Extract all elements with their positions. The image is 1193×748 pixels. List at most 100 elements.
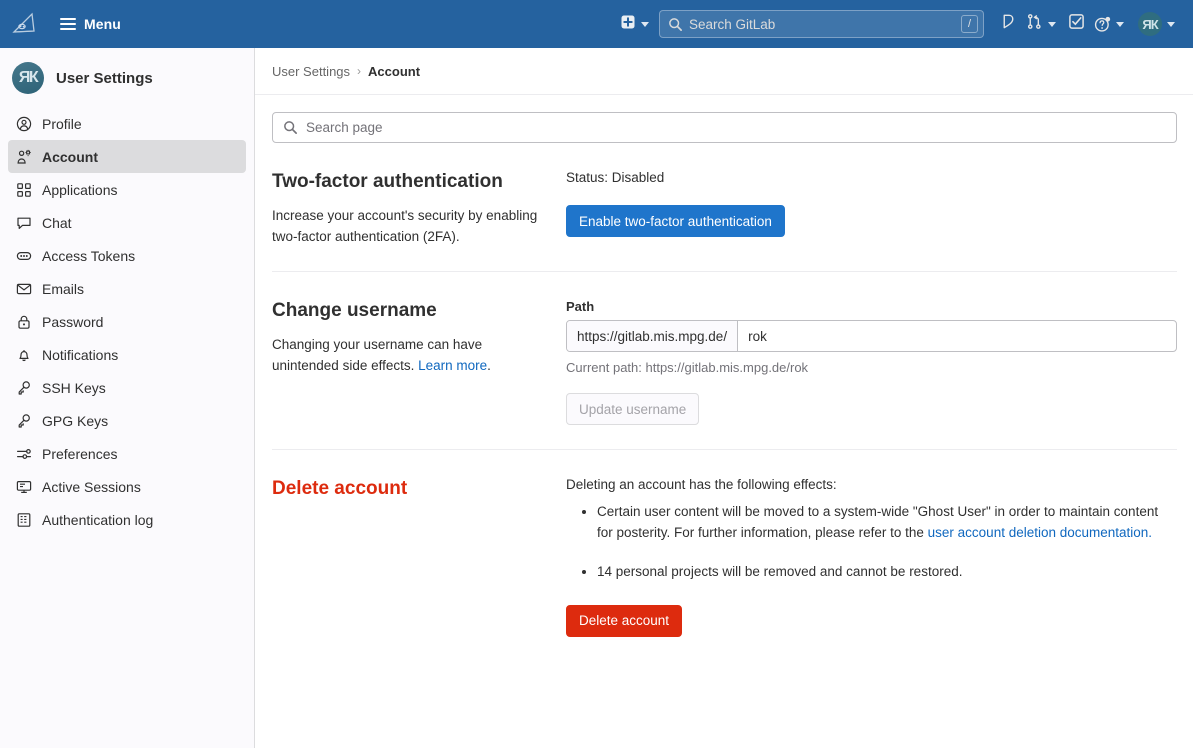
chevron-down-icon bbox=[641, 21, 649, 27]
username-input-group: https://gitlab.mis.mpg.de/ bbox=[566, 320, 1177, 353]
update-username-wrap: Update username bbox=[566, 393, 1177, 426]
sidebar-item-emails[interactable]: Emails bbox=[8, 272, 246, 305]
path-prefix: https://gitlab.mis.mpg.de/ bbox=[567, 321, 739, 352]
sidebar-item-notifications[interactable]: Notifications bbox=[8, 338, 246, 371]
breadcrumb-current: Account bbox=[368, 63, 421, 79]
sidebar-item-label: Notifications bbox=[42, 346, 119, 363]
learn-more-link[interactable]: Learn more bbox=[418, 358, 487, 373]
breadcrumb-parent[interactable]: User Settings bbox=[272, 64, 350, 79]
sidebar-item-label: GPG Keys bbox=[42, 412, 109, 429]
help-dropdown[interactable] bbox=[1090, 8, 1130, 40]
section-delete-account: Delete account Deleting an account has t… bbox=[272, 449, 1177, 661]
avatar-initials: ЯК bbox=[1142, 16, 1158, 32]
sidebar-item-label: Preferences bbox=[42, 445, 118, 462]
avatar-initials: ЯК bbox=[18, 69, 39, 86]
search-icon bbox=[283, 120, 298, 135]
chevron-down-icon bbox=[1167, 21, 1175, 27]
effect-text: 14 personal projects will be removed and… bbox=[597, 564, 963, 580]
sidebar-item-label: Chat bbox=[42, 214, 72, 231]
search-shortcut-badge: / bbox=[961, 15, 978, 33]
global-search-field[interactable]: Search GitLab bbox=[659, 10, 984, 38]
section-left: Two-factor authentication Increase your … bbox=[272, 170, 566, 247]
sidebar-item-label: Access Tokens bbox=[42, 247, 136, 264]
user-account-deletion-documentation-link[interactable]: user account deletion documentation. bbox=[928, 525, 1152, 540]
main-menu-button[interactable]: Menu bbox=[52, 8, 129, 40]
sidebar-item-label: Emails bbox=[42, 280, 85, 297]
merge-requests-dropdown[interactable] bbox=[1022, 8, 1062, 40]
todos-link[interactable] bbox=[1062, 8, 1090, 40]
section-title: Delete account bbox=[272, 478, 408, 500]
bell-icon bbox=[16, 347, 32, 363]
navbar-left-group: Menu bbox=[0, 0, 129, 48]
path-field-label: Path bbox=[566, 299, 595, 315]
gitlab-home-link[interactable] bbox=[0, 0, 48, 48]
hamburger-menu-icon bbox=[60, 18, 76, 30]
todo-checkbox-icon bbox=[1068, 13, 1085, 35]
plus-square-icon bbox=[620, 14, 636, 35]
sidebar-item-label: Applications bbox=[42, 181, 118, 198]
delete-account-button[interactable]: Delete account bbox=[566, 604, 683, 637]
settings-sidebar: ЯК User Settings Profile Account Applica… bbox=[0, 48, 255, 748]
main-content: User Settings › Account Search page Two-… bbox=[255, 48, 1193, 748]
sidebar-item-account[interactable]: Account bbox=[8, 140, 246, 173]
delete-account-button-wrap: Delete account bbox=[566, 604, 1177, 637]
section-description: Increase your account's security by enab… bbox=[272, 207, 538, 244]
section-title: Two-factor authentication bbox=[272, 171, 503, 192]
key-icon bbox=[16, 380, 32, 396]
sidebar-item-access-tokens[interactable]: Access Tokens bbox=[8, 239, 246, 272]
chevron-down-icon bbox=[1116, 21, 1124, 27]
sidebar-item-profile[interactable]: Profile bbox=[8, 107, 246, 140]
section-description: Changing your username can have unintend… bbox=[272, 335, 546, 376]
global-search[interactable]: Search GitLab / bbox=[659, 10, 984, 38]
global-search-placeholder: Search GitLab bbox=[689, 16, 776, 32]
delete-account-effects-list: Certain user content will be moved to a … bbox=[566, 502, 1177, 583]
settings-sections: Two-factor authentication Increase your … bbox=[255, 143, 1193, 661]
user-gear-icon bbox=[16, 149, 32, 165]
user-menu-dropdown[interactable]: ЯК bbox=[1134, 8, 1181, 40]
sidebar-item-active-sessions[interactable]: Active Sessions bbox=[8, 470, 246, 503]
username-input[interactable] bbox=[738, 321, 1176, 352]
chat-bubble-icon bbox=[16, 215, 32, 231]
current-path-text: Current path: https://gitlab.mis.mpg.de/… bbox=[566, 360, 809, 376]
issues-link[interactable] bbox=[994, 8, 1022, 40]
sidebar-item-label: Profile bbox=[42, 115, 82, 132]
breadcrumb-separator: › bbox=[357, 64, 362, 78]
sidebar-item-ssh-keys[interactable]: SSH Keys bbox=[8, 371, 246, 404]
sidebar-item-password[interactable]: Password bbox=[8, 305, 246, 338]
sidebar-item-chat[interactable]: Chat bbox=[8, 206, 246, 239]
help-question-icon bbox=[1094, 16, 1111, 33]
sidebar-item-label: Account bbox=[42, 148, 98, 165]
section-left: Delete account bbox=[272, 477, 566, 637]
sidebar-item-gpg-keys[interactable]: GPG Keys bbox=[8, 404, 246, 437]
two-factor-status: Status: Disabled bbox=[566, 170, 665, 185]
chevron-down-icon bbox=[1048, 21, 1056, 27]
search-page-placeholder: Search page bbox=[306, 120, 383, 135]
search-page-input[interactable]: Search page bbox=[272, 112, 1177, 143]
section-right: Deleting an account has the following ef… bbox=[566, 477, 1177, 637]
main-menu-label: Menu bbox=[84, 16, 121, 32]
page-search-row: Search page bbox=[255, 95, 1193, 143]
create-new-dropdown[interactable] bbox=[616, 8, 655, 40]
user-profile-icon bbox=[16, 116, 32, 132]
sidebar-item-applications[interactable]: Applications bbox=[8, 173, 246, 206]
search-icon bbox=[668, 17, 683, 32]
update-username-button[interactable]: Update username bbox=[566, 393, 700, 426]
gitlab-custom-logo-icon bbox=[11, 11, 37, 37]
lock-icon bbox=[16, 314, 32, 330]
sidebar-item-label: Password bbox=[42, 313, 104, 330]
envelope-icon bbox=[16, 281, 32, 297]
list-item: Certain user content will be moved to a … bbox=[597, 502, 1177, 544]
sidebar-nav: Profile Account Applications Chat Access… bbox=[0, 107, 254, 536]
section-right: Path https://gitlab.mis.mpg.de/ Current … bbox=[566, 299, 1177, 426]
sidebar-item-authentication-log[interactable]: Authentication log bbox=[8, 503, 246, 536]
monitor-icon bbox=[16, 479, 32, 495]
key-icon bbox=[16, 413, 32, 429]
token-ellipsis-icon bbox=[16, 248, 32, 264]
avatar: ЯК bbox=[12, 62, 44, 94]
enable-two-factor-authentication-button[interactable]: Enable two-factor authentication bbox=[566, 205, 785, 237]
sidebar-item-preferences[interactable]: Preferences bbox=[8, 437, 246, 470]
sliders-icon bbox=[16, 446, 32, 462]
top-navbar: Menu Search GitLab / ЯК bbox=[0, 0, 1193, 48]
sidebar-context-header[interactable]: ЯК User Settings bbox=[0, 56, 254, 100]
section-right: Status: Disabled Enable two-factor authe… bbox=[566, 170, 1177, 247]
